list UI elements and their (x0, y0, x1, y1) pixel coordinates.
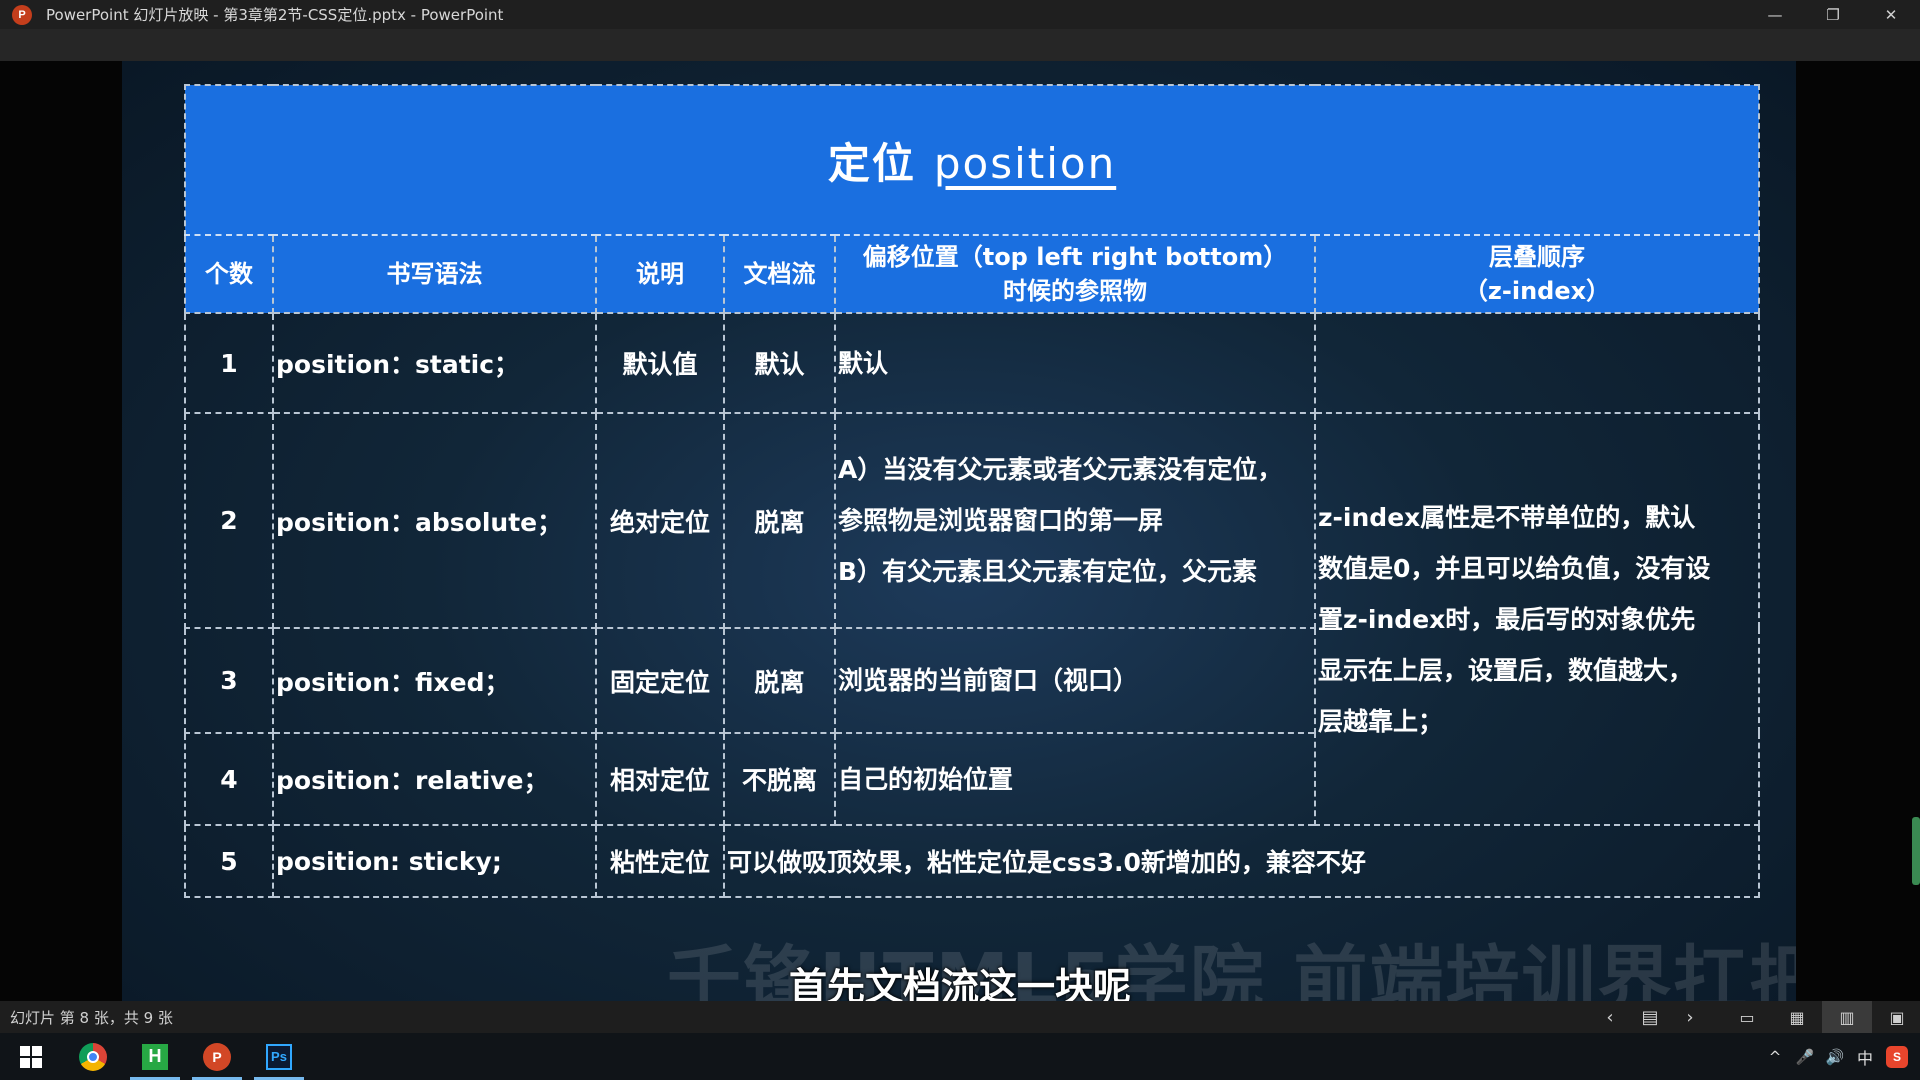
zindex-description: z-index属性是不带单位的，默认 数值是0，并且可以给负值，没有设 置z-i… (1313, 412, 1761, 826)
row-syntax: position：static； (272, 312, 597, 414)
system-tray: ^ 🎤 🔊 中 S (1760, 1033, 1920, 1080)
row-num: 4 (184, 732, 274, 826)
row-desc: 固定定位 (595, 627, 725, 734)
table-row: 1 position：static； 默认值 默认 默认 (184, 312, 1761, 414)
microphone-icon[interactable]: 🎤 (1790, 1033, 1820, 1080)
zindex-line: z-index属性是不带单位的，默认 (1318, 502, 1696, 532)
powerpoint-icon: P (203, 1042, 231, 1071)
row-syntax: position: sticky; (272, 824, 597, 898)
row-syntax: position：absolute； (272, 412, 597, 629)
header-desc: 说明 (595, 234, 725, 314)
row-ref: A）当没有父元素或者父元素没有定位， 参照物是浏览器窗口的第一屏 B）有父元素且… (834, 412, 1316, 629)
position-table-wrap: 定位 position 个数 书写语法 说明 文档流 偏移位置（top left … (183, 84, 1761, 898)
row-flow: 脱离 (723, 412, 836, 629)
ref-line-a: A）当没有父元素或者父元素没有定位， (838, 455, 1283, 484)
volume-icon[interactable]: 🔊 (1820, 1033, 1850, 1080)
minimize-button[interactable]: — (1746, 0, 1804, 29)
taskbar-powerpoint[interactable]: P (186, 1033, 248, 1080)
window-title: PowerPoint 幻灯片放映 - 第3章第2节-CSS定位.pptx - P… (46, 6, 504, 24)
windows-start-icon (20, 1045, 42, 1068)
row-num: 3 (184, 627, 274, 734)
window-controls: — ❐ ✕ (1746, 0, 1920, 29)
row-ref: 自己的初始位置 (834, 732, 1316, 826)
row-syntax: position：relative； (272, 732, 597, 826)
slide-menu-button[interactable]: ▤ (1630, 1001, 1670, 1033)
header-count: 个数 (184, 234, 274, 314)
taskbar-chrome[interactable] (62, 1033, 124, 1080)
position-table: 定位 position 个数 书写语法 说明 文档流 偏移位置（top left … (183, 84, 1761, 898)
row-flow: 不脱离 (723, 732, 836, 826)
row-zindex-empty (1313, 312, 1761, 414)
row-note: 可以做吸顶效果，粘性定位是css3.0新增加的，兼容不好 (722, 824, 1761, 898)
zindex-line: 显示在上层，设置后，数值越大， (1318, 655, 1694, 685)
slide-sorter-view-icon[interactable]: ▦ (1772, 1001, 1822, 1033)
slide[interactable]: 定位 position 个数 书写语法 说明 文档流 偏移位置（top left … (122, 61, 1796, 1001)
ref-line-a2: 参照物是浏览器窗口的第一屏 (838, 506, 1164, 535)
header-offset-ref: 偏移位置（top left right bottom） 时候的参照物 (834, 234, 1316, 314)
row-num: 2 (184, 412, 274, 629)
prev-slide-button[interactable]: ‹ (1590, 1001, 1630, 1033)
zindex-line: 层越靠上； (1318, 706, 1444, 736)
close-button[interactable]: ✕ (1862, 0, 1920, 29)
zindex-line: 数值是0，并且可以给负值，没有设 (1318, 553, 1711, 583)
window-titlebar: P PowerPoint 幻灯片放映 - 第3章第2节-CSS定位.pptx -… (0, 0, 1920, 29)
row-desc: 粘性定位 (595, 824, 725, 898)
view-switcher: ▭ ▦ ▥ ▣ (1722, 1001, 1920, 1033)
header-syntax: 书写语法 (272, 234, 597, 314)
slide-title: 定位 position (183, 84, 1761, 236)
header-z-line2: （z-index） (1463, 277, 1611, 305)
table-row: 5 position: sticky; 粘性定位 可以做吸顶效果，粘性定位是cs… (184, 824, 1761, 898)
slideshow-statusbar: 幻灯片 第 8 张，共 9 张 ‹ ▤ › ▭ ▦ ▥ ▣ (0, 1001, 1920, 1033)
reading-view-icon[interactable]: ▥ (1822, 1001, 1872, 1033)
sogou-icon[interactable]: S (1886, 1045, 1908, 1068)
row-flow: 脱离 (723, 627, 836, 734)
row-desc: 绝对定位 (595, 412, 725, 629)
row-desc: 相对定位 (595, 732, 725, 826)
taskbar-photoshop[interactable]: Ps (248, 1033, 310, 1080)
toolbar-strip (0, 29, 1920, 61)
row-ref: 默认 (834, 312, 1316, 414)
slide-navigation: ‹ ▤ › (1590, 1001, 1710, 1033)
slideshow-stage: 定位 position 个数 书写语法 说明 文档流 偏移位置（top left … (0, 61, 1920, 1009)
powerpoint-app-icon: P (12, 4, 32, 25)
slideshow-view-icon[interactable]: ▣ (1872, 1001, 1920, 1033)
table-row: 2 position：absolute； 绝对定位 脱离 A）当没有父元素或者父… (184, 412, 1761, 826)
row-num: 1 (184, 312, 274, 414)
photoshop-icon: Ps (266, 1043, 292, 1070)
start-button[interactable] (0, 1033, 62, 1080)
row-num: 5 (184, 824, 274, 898)
slide-title-en: position (933, 138, 1117, 188)
tray-chevron-icon[interactable]: ^ (1760, 1033, 1790, 1080)
header-z-line1: 层叠顺序 (1489, 243, 1586, 271)
hbuilder-icon: H (142, 1043, 168, 1070)
scroll-indicator[interactable] (1912, 817, 1920, 885)
header-offset-line1: 偏移位置（top left right bottom） (862, 243, 1288, 271)
header-offset-line2: 时候的参照物 (1003, 277, 1147, 305)
row-syntax: position：fixed； (272, 627, 597, 734)
row-desc: 默认值 (595, 312, 725, 414)
row-ref: 浏览器的当前窗口（视口） (834, 627, 1316, 734)
header-flow: 文档流 (723, 234, 836, 314)
chrome-icon (79, 1042, 107, 1071)
row-flow: 默认 (723, 312, 836, 414)
slide-counter: 幻灯片 第 8 张，共 9 张 (10, 1008, 173, 1027)
normal-view-icon[interactable]: ▭ (1722, 1001, 1772, 1033)
restore-button[interactable]: ❐ (1804, 0, 1862, 29)
next-slide-button[interactable]: › (1670, 1001, 1710, 1033)
slide-title-cn: 定位 (827, 138, 916, 188)
windows-taskbar: H P Ps ^ 🎤 🔊 中 S (0, 1033, 1920, 1080)
zindex-line: 置z-index时，最后写的对象优先 (1318, 604, 1696, 634)
ime-indicator[interactable]: 中 (1850, 1033, 1880, 1080)
ref-line-b: B）有父元素且父元素有定位，父元素 (838, 557, 1258, 586)
header-zindex: 层叠顺序 （z-index） (1313, 234, 1761, 314)
taskbar-hbuilder[interactable]: H (124, 1033, 186, 1080)
